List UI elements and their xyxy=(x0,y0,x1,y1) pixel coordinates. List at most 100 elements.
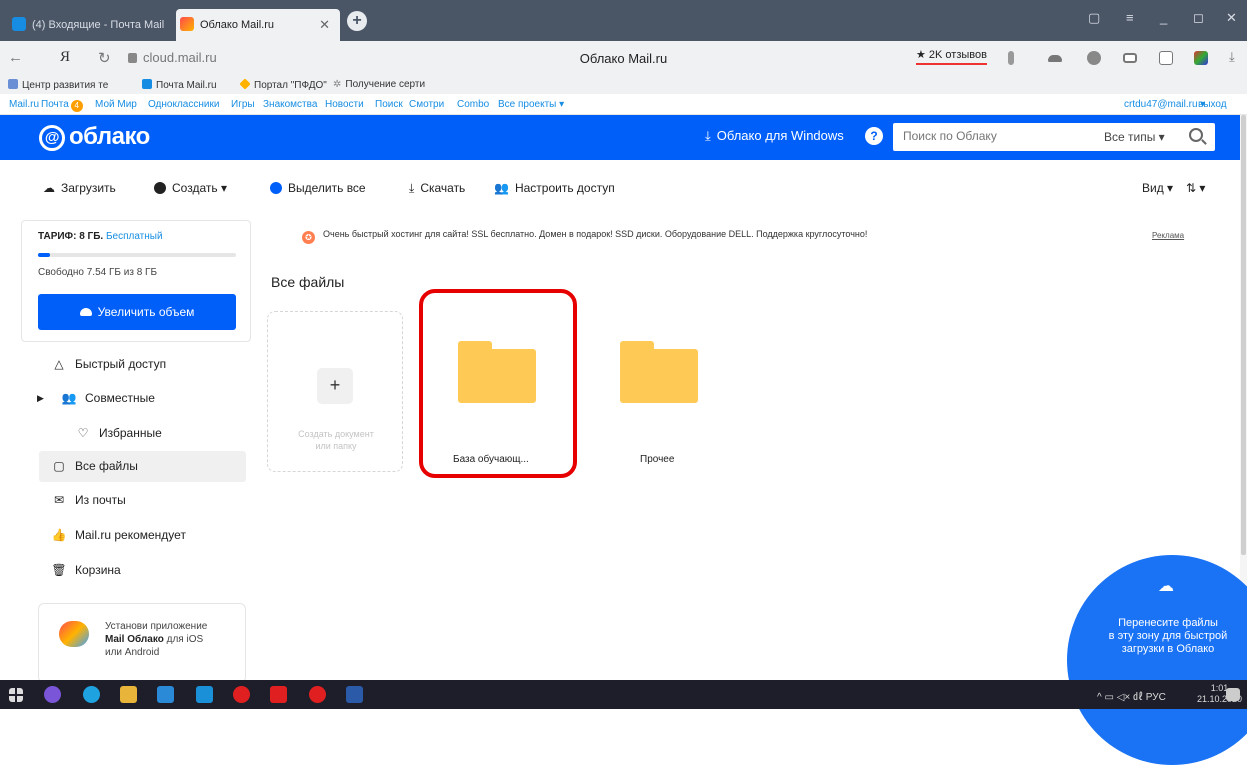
search-box: Все типы ▾ xyxy=(893,123,1215,151)
back-icon[interactable]: ← xyxy=(8,49,23,66)
new-tab-button[interactable]: + xyxy=(347,11,367,31)
scrollbar-thumb[interactable] xyxy=(1241,115,1246,555)
system-tray[interactable]: ^ ▭ ◁× ㎗ РУС xyxy=(1097,688,1166,703)
search-icon[interactable] xyxy=(1189,128,1203,142)
folder-item[interactable] xyxy=(620,341,698,403)
portal-link[interactable]: Знакомства xyxy=(263,99,317,110)
bookmark-item[interactable]: Почта Mail.ru xyxy=(142,79,217,91)
ad-label[interactable]: Реклама xyxy=(1152,231,1184,240)
help-icon[interactable]: ? xyxy=(865,127,883,145)
share-button[interactable]: 👥 Настроить доступ xyxy=(494,181,615,195)
sidebar-item-trash[interactable]: 🗑 Корзина xyxy=(39,555,246,586)
yandex-icon[interactable] xyxy=(270,686,287,703)
triangle-icon: △ xyxy=(54,357,64,371)
puzzle-extension-icon[interactable] xyxy=(1159,51,1173,65)
portal-link[interactable]: Combo xyxy=(457,99,489,110)
maximize-button[interactable]: ◻ xyxy=(1193,10,1204,26)
color-extension-icon[interactable] xyxy=(1194,51,1208,65)
tab-inbox[interactable]: (4) Входящие - Почта Mail xyxy=(8,9,170,41)
folder-icon-body xyxy=(620,349,698,403)
sidebar-item-favorites[interactable]: ♡ Избранные xyxy=(39,418,246,449)
heart-icon: ♡ xyxy=(77,426,89,440)
reviews-link[interactable]: ★ 2K отзывов xyxy=(916,48,987,65)
profile-extension-icon[interactable] xyxy=(1087,51,1101,65)
store-icon[interactable] xyxy=(157,686,174,703)
yandex-browser-icon[interactable] xyxy=(233,686,250,703)
drop-zone[interactable] xyxy=(1067,555,1247,765)
portal-link[interactable]: Все проекты ▾ xyxy=(498,99,564,110)
opera-icon[interactable] xyxy=(309,686,326,703)
bookmark-item[interactable]: Портал "ПФДО" xyxy=(239,78,327,91)
sidebar-item-quick-access[interactable]: △ Быстрый доступ xyxy=(39,349,246,380)
select-all-button[interactable]: Выделить все xyxy=(270,181,366,195)
cloud-logo[interactable]: @ облако xyxy=(39,123,150,151)
alice-icon[interactable] xyxy=(44,686,61,703)
ad-banner[interactable]: ✪ Очень быстрый хостинг для сайта! SSL бе… xyxy=(302,229,867,244)
sort-button[interactable]: ⇅ ▾ xyxy=(1186,181,1205,195)
close-tab-icon[interactable]: ✕ xyxy=(319,9,330,41)
portal-link[interactable]: Игры xyxy=(231,99,255,110)
drop-zone-line: в эту зону для быстрой xyxy=(1108,630,1228,642)
start-icon[interactable] xyxy=(9,688,23,702)
create-button[interactable]: Создать ▾ xyxy=(154,181,227,195)
portal-link[interactable]: Новости xyxy=(325,99,364,110)
tab-cloud[interactable]: Облако Mail.ru ✕ xyxy=(176,9,340,41)
mail-app-icon[interactable] xyxy=(196,686,213,703)
reload-icon[interactable]: ↻ xyxy=(98,49,111,67)
portal-link-mail[interactable]: Почта 4 xyxy=(41,99,85,112)
sidebar-item-all-files[interactable]: ▢ Все файлы xyxy=(39,451,246,482)
sidebar-item-label: Избранные xyxy=(99,426,162,440)
file-explorer-icon[interactable] xyxy=(120,686,137,703)
windows-app-link[interactable]: ⤓ Облако для Windows xyxy=(705,128,844,144)
upgrade-button[interactable]: Увеличить объем xyxy=(38,294,236,330)
sidebar-item-from-mail[interactable]: ✉ Из почты xyxy=(39,485,246,516)
sidebar-item-label: Совместные xyxy=(85,391,155,405)
search-input[interactable] xyxy=(903,129,1093,143)
expand-arrow-icon[interactable]: ▶ xyxy=(37,383,44,414)
close-window-button[interactable]: ✕ xyxy=(1226,10,1237,26)
share-label: Настроить доступ xyxy=(514,181,615,195)
menu-icon[interactable]: ≡ xyxy=(1126,10,1134,25)
portal-link[interactable]: Смотри xyxy=(409,99,444,110)
portal-link[interactable]: Одноклассники xyxy=(148,99,219,110)
tariff-info: ТАРИФ: 8 ГБ. Бесплатный xyxy=(38,231,163,242)
download-icon[interactable]: ⤓ xyxy=(1229,49,1235,65)
yandex-icon[interactable]: Я xyxy=(60,49,70,66)
cloud-header: @облако ⤓ Облако для Windows ? Все типы ▾ xyxy=(0,115,1247,160)
portal-link[interactable]: Поиск xyxy=(375,99,403,110)
view-button[interactable]: Вид ▾ xyxy=(1142,181,1173,195)
cloud-app-icon xyxy=(180,17,194,32)
bookmark-item[interactable]: ✲ Получение серти xyxy=(333,79,425,90)
word-icon[interactable] xyxy=(346,686,363,703)
user-email[interactable]: crtdu47@mail.ru ▾ xyxy=(1124,99,1205,110)
download-button[interactable]: ⤓ Скачать xyxy=(409,181,465,196)
bookmark-icon[interactable] xyxy=(1008,51,1014,65)
create-document-card[interactable]: + Создать документ или папку xyxy=(267,311,403,472)
battery-extension-icon[interactable] xyxy=(1123,53,1137,63)
sidebar-item-recommends[interactable]: 👍 Mail.ru рекомендует xyxy=(39,520,246,551)
promo-text: Установи приложение Mail Облако для iOS … xyxy=(105,620,207,659)
edge-icon[interactable] xyxy=(83,686,100,703)
file-toolbar: ☁ Загрузить Создать ▾ Выделить все ⤓ Скача… xyxy=(0,160,1247,215)
window-group-icon[interactable]: ▢ xyxy=(1088,10,1100,26)
portal-link[interactable]: Mail.ru xyxy=(9,99,39,110)
at-logo-icon: @ xyxy=(39,125,65,151)
portal-link[interactable]: Мой Мир xyxy=(95,99,137,110)
bookmark-item[interactable]: Центр развития те xyxy=(8,79,108,91)
folder-name[interactable]: Прочее xyxy=(640,454,674,465)
search-type-select[interactable]: Все типы ▾ xyxy=(1104,130,1165,144)
upload-label: Загрузить xyxy=(61,181,116,195)
drop-zone-line: Перенесите файлы xyxy=(1118,617,1218,629)
ad-text: Очень быстрый хостинг для сайта! SSL бес… xyxy=(323,229,868,239)
url-field[interactable]: cloud.mail.ru xyxy=(128,50,217,65)
notifications-icon[interactable] xyxy=(1226,688,1240,701)
minimize-button[interactable]: _ xyxy=(1160,10,1167,25)
upload-button[interactable]: ☁ Загрузить xyxy=(43,181,116,195)
logout-link[interactable]: выход xyxy=(1198,99,1227,110)
hat-extension-icon[interactable] xyxy=(1048,55,1062,62)
tariff-plan-link[interactable]: Бесплатный xyxy=(106,231,163,242)
ad-brand-icon: ✪ xyxy=(302,231,315,244)
app-promo[interactable]: Установи приложение Mail Облако для iOS … xyxy=(38,603,246,683)
url-text: cloud.mail.ru xyxy=(143,50,217,65)
sidebar-item-shared[interactable]: ▶ 👥 Совместные xyxy=(37,383,246,414)
